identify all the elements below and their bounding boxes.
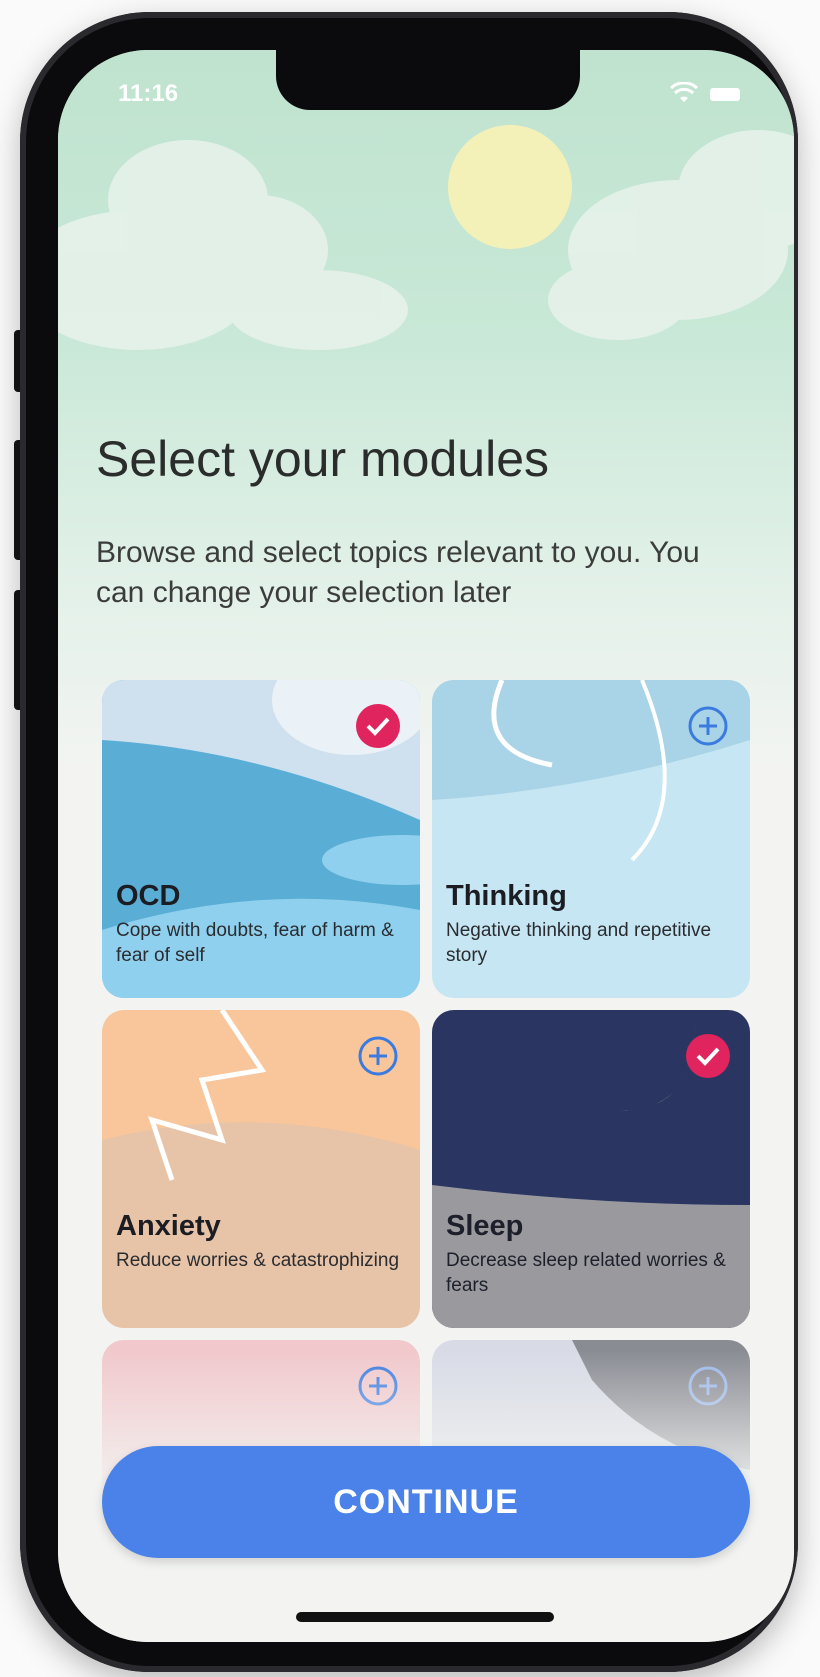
module-card-thinking[interactable]: Thinking Negative thinking and repetitiv… xyxy=(432,680,750,998)
module-description: Decrease sleep related worries & fears xyxy=(446,1250,726,1296)
module-description: Negative thinking and repetitive story xyxy=(446,920,712,966)
continue-button[interactable]: CONTINUE xyxy=(102,1446,750,1558)
page-subtitle: Browse and select topics relevant to you… xyxy=(96,536,700,609)
sky-illustration xyxy=(58,50,794,770)
cloud-right xyxy=(548,130,794,340)
selected-check-icon[interactable] xyxy=(356,704,400,748)
status-time: 11:16 xyxy=(118,80,179,107)
add-module-icon[interactable] xyxy=(686,704,730,748)
page-title: Select your modules xyxy=(96,431,550,487)
module-card-ocd[interactable]: OCD Cope with doubts, fear of harm & fea… xyxy=(102,680,420,998)
module-card-sleep[interactable]: Sleep Decrease sleep related worries & f… xyxy=(432,1010,750,1328)
add-module-icon[interactable] xyxy=(356,1034,400,1078)
module-title: Thinking xyxy=(446,880,567,912)
module-title: Anxiety xyxy=(116,1210,221,1242)
cloud-left xyxy=(58,140,408,350)
wifi-icon xyxy=(669,81,740,102)
module-description: Cope with doubts, fear of harm & fear of… xyxy=(116,920,394,966)
module-title: OCD xyxy=(116,880,181,912)
module-description: Reduce worries & catastrophizing xyxy=(116,1250,400,1271)
notch xyxy=(276,50,580,110)
status-icons xyxy=(669,81,750,106)
app-screen: 11:16 Select your modules Browse and sel… xyxy=(58,50,794,1642)
battery-icon xyxy=(710,88,740,101)
module-card-anxiety[interactable]: Anxiety Reduce worries & catastrophizing xyxy=(102,1010,420,1328)
selected-check-icon[interactable] xyxy=(686,1034,730,1078)
home-indicator[interactable] xyxy=(296,1612,554,1622)
module-title: Sleep xyxy=(446,1210,524,1242)
sun xyxy=(448,125,572,249)
